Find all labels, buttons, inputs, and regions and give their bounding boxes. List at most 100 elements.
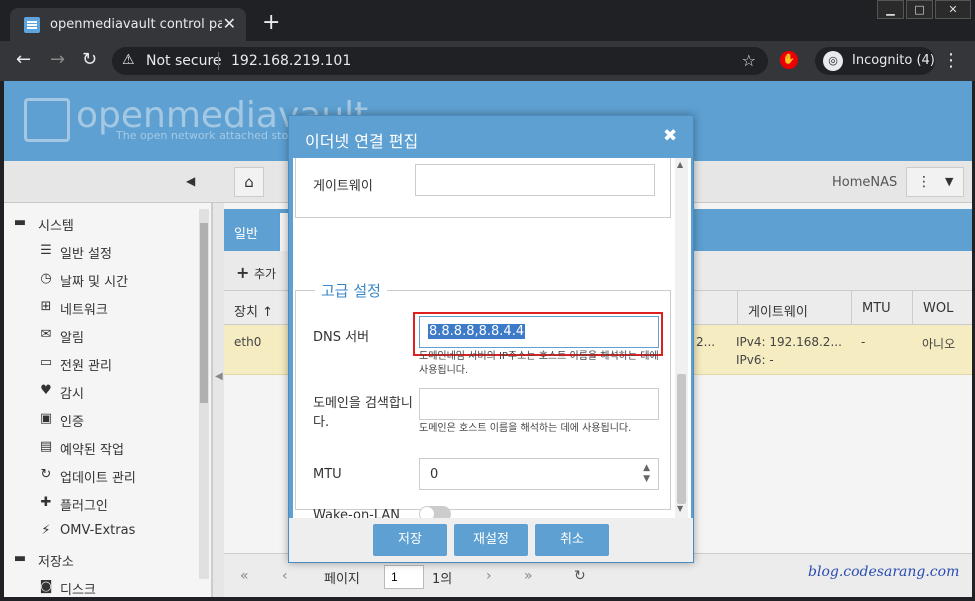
sort-up-icon: ↑ — [262, 305, 273, 320]
mtu-stepper[interactable]: 0 ▲ ▼ — [419, 458, 659, 490]
sidebar: ▬ 시스템 ☰ 일반 설정 ◷ 날짜 및 시간 ⊞ 네트워크 ✉ 알림 ▭ 전원 관리 ♥ 감시 ▣ 인증 ▤ 예… — [4, 203, 212, 597]
chevron-down-icon: ▼ — [945, 175, 954, 188]
sidebar-item[interactable]: ☰ 일반 설정 — [4, 237, 199, 265]
tab-title: openmediavault control panel - l — [50, 17, 222, 32]
forward-arrow-icon[interactable]: → — [50, 49, 65, 70]
dialog-title: 이더넷 연결 편집 — [305, 132, 419, 151]
column-wol[interactable]: WOL — [912, 291, 953, 325]
host-menu-button[interactable]: ⋮ ▼ — [906, 167, 964, 197]
dialog-scrollbar[interactable]: ▲ ▼ — [675, 158, 688, 518]
first-page-icon[interactable]: « — [240, 568, 249, 584]
minus-box-icon: ▬ — [13, 215, 27, 230]
sidebar-item[interactable]: ▬ 시스템 — [4, 209, 199, 237]
omv-favicon-icon — [24, 17, 40, 33]
incognito-label: Incognito (4) — [852, 53, 935, 68]
sidebar-item[interactable]: ⚡ OMV-Extras — [4, 517, 199, 545]
omv-logo-icon — [24, 98, 70, 142]
back-arrow-icon[interactable]: ← — [16, 49, 31, 70]
url-text: 192.168.219.101 — [231, 53, 352, 69]
scroll-up-icon[interactable]: ▲ — [677, 160, 683, 169]
splitter-arrow-icon: ◀ — [215, 371, 223, 382]
cell-ip: 2... — [696, 335, 716, 349]
sidebar-item[interactable]: ◷ 날짜 및 시간 — [4, 265, 199, 293]
home-button[interactable]: ⌂ — [234, 167, 264, 197]
new-tab-button[interactable]: + — [262, 10, 280, 35]
sidebar-item[interactable]: ✚ 플러그인 — [4, 489, 199, 517]
not-secure-label: Not secure — [146, 53, 222, 69]
browser-tab[interactable]: openmediavault control panel - l ✕ — [10, 8, 246, 41]
column-mtu[interactable]: MTU — [851, 291, 891, 325]
browser-menu-icon[interactable]: ⋮ — [942, 50, 960, 71]
sidebar-item-label: 시스템 — [38, 219, 74, 234]
sidebar-item[interactable]: ✉ 알림 — [4, 321, 199, 349]
hostname: HomeNAS — [832, 175, 898, 190]
sidebar-item-label: 플러그인 — [60, 499, 108, 514]
page-label: 페이지 — [324, 572, 360, 587]
tab-general[interactable]: 일반 — [234, 223, 258, 242]
cell-gateway-v6: IPv6: - — [736, 353, 774, 367]
reset-button[interactable]: 재설정 — [454, 524, 528, 556]
reload-icon[interactable]: ↻ — [82, 49, 97, 70]
search-domain-hint: 도메인은 호스트 이름을 해석하는 데에 사용됩니다. — [419, 423, 632, 434]
more-vertical-icon: ⋮ — [917, 174, 931, 190]
sidebar-item-label: 업데이트 관리 — [60, 471, 136, 486]
add-button[interactable]: + 추가 — [234, 259, 290, 285]
wol-label: Wake-on-LAN — [313, 508, 401, 518]
stepper-arrows-icon[interactable]: ▲ ▼ — [643, 463, 650, 485]
search-domain-input[interactable] — [419, 388, 659, 420]
dns-input[interactable]: 8.8.8.8,8.8.4.4 — [419, 316, 659, 348]
sidebar-item[interactable]: ▤ 예약된 작업 — [4, 433, 199, 461]
gateway-input[interactable] — [415, 164, 655, 196]
window-controls: ▁ □ ✕ — [875, 0, 971, 20]
wol-toggle[interactable] — [419, 506, 451, 518]
page-input[interactable] — [384, 565, 424, 589]
bookmark-star-icon[interactable]: ☆ — [742, 51, 756, 70]
cancel-button[interactable]: 취소 — [535, 524, 609, 556]
sidebar-item-label: 저장소 — [38, 555, 74, 570]
cell-device: eth0 — [234, 335, 262, 349]
collapse-arrow-icon[interactable]: ◀ — [186, 174, 195, 188]
column-gateway[interactable]: 게이트웨이 — [737, 291, 808, 325]
address-bar[interactable]: ⚠ Not secure 192.168.219.101 ☆ — [112, 47, 768, 75]
logo-tagline: The open network attached stora — [116, 129, 300, 142]
sidebar-item-label: 날짜 및 시간 — [60, 275, 129, 290]
save-button[interactable]: 저장 — [373, 524, 447, 556]
minus-box-icon: ▬ — [13, 551, 27, 566]
sidebar-scrollbar[interactable] — [199, 209, 209, 579]
sidebar-item[interactable]: ▬ 저장소 — [4, 545, 199, 573]
sidebar-item-label: OMV-Extras — [60, 523, 136, 538]
sidebar-item[interactable]: ◙ 디스크 — [4, 573, 199, 597]
maximize-button[interactable]: □ — [906, 0, 933, 19]
incognito-badge[interactable]: ◎ Incognito (4) — [815, 47, 935, 75]
sidebar-splitter[interactable]: ◀ — [212, 203, 224, 597]
dialog-close-icon[interactable]: ✖ — [663, 126, 677, 146]
extension-hand-icon[interactable]: ✋ — [780, 51, 798, 69]
next-page-icon[interactable]: › — [486, 568, 492, 584]
dns-hint: 도메인네임 서버의 IP주소는 호스트 이름을 해석하는 데에 사용됩니다. — [419, 351, 659, 376]
plug-icon: ⚡ — [41, 523, 51, 538]
sidebar-item[interactable]: ⊞ 네트워크 — [4, 293, 199, 321]
prev-page-icon[interactable]: ‹ — [282, 568, 288, 584]
sidebar-item[interactable]: ▣ 인증 — [4, 405, 199, 433]
window-close-button[interactable]: ✕ — [935, 0, 971, 19]
column-device[interactable]: 장치 ↑ — [234, 301, 273, 320]
dialog-scroll-thumb[interactable] — [677, 374, 686, 504]
sidebar-item[interactable]: ↻ 업데이트 관리 — [4, 461, 199, 489]
minimize-button[interactable]: ▁ — [877, 0, 904, 19]
last-page-icon[interactable]: » — [524, 568, 533, 584]
sidebar-item-label: 일반 설정 — [60, 247, 112, 262]
sidebar-scroll-thumb[interactable] — [200, 223, 208, 403]
sidebar-item[interactable]: ♥ 감시 — [4, 377, 199, 405]
sidebar-item-label: 디스크 — [60, 583, 96, 597]
sidebar-item-label: 전원 관리 — [60, 359, 112, 374]
battery-icon: ▭ — [39, 355, 53, 370]
advanced-legend: 고급 설정 — [315, 280, 387, 301]
calendar-clock-icon: ▤ — [39, 439, 53, 454]
refresh-icon[interactable]: ↻ — [574, 568, 586, 584]
sidebar-item[interactable]: ▭ 전원 관리 — [4, 349, 199, 377]
scroll-down-icon[interactable]: ▼ — [677, 504, 683, 513]
sidebar-item-label: 예약된 작업 — [60, 443, 124, 458]
mtu-label: MTU — [313, 467, 342, 482]
tab-close-icon[interactable]: ✕ — [223, 14, 236, 33]
disk-icon: ◙ — [39, 579, 53, 594]
